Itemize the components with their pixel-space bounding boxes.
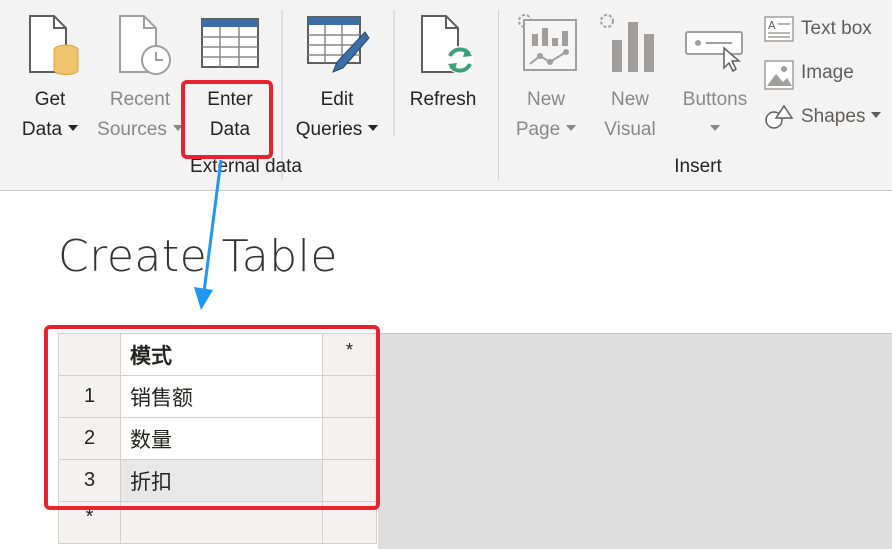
table-highlight [44, 325, 380, 510]
group-label-external-data: External data [190, 156, 302, 177]
new-visual-button[interactable]: New Visual [594, 8, 666, 148]
recent-sources-label-line1: Recent [109, 89, 171, 110]
edit-queries-button[interactable]: Edit Queries [290, 8, 384, 148]
ribbon-separator [281, 10, 283, 180]
get-data-label-line1: Get [34, 89, 66, 110]
button-cursor-icon [685, 31, 743, 73]
image-button[interactable]: Image [764, 58, 874, 92]
database-file-icon [29, 15, 79, 75]
new-page-icon [518, 14, 577, 71]
refresh-button[interactable]: Refresh [402, 8, 484, 148]
chevron-down-icon [710, 125, 720, 132]
image-label: Image [801, 62, 854, 83]
new-visual-label-line2: Visual [604, 119, 656, 140]
image-icon [764, 60, 794, 90]
new-page-label-line2: Page [515, 119, 561, 140]
shapes-button[interactable]: Shapes [764, 102, 888, 136]
text-box-icon: A [764, 16, 794, 42]
recent-sources-button[interactable]: Recent Sources [94, 8, 186, 148]
recent-sources-label-line2: Sources [97, 119, 167, 140]
chevron-down-icon [871, 112, 882, 119]
edit-table-icon [307, 16, 370, 73]
chevron-down-icon [566, 125, 577, 132]
ribbon-group-separator [498, 10, 499, 180]
buttons-button[interactable]: Buttons [674, 8, 756, 148]
group-label-insert: Insert [674, 156, 722, 177]
edit-queries-label-line2: Queries [295, 119, 363, 140]
shapes-icon [765, 104, 794, 129]
new-page-button[interactable]: New Page [508, 8, 584, 148]
text-box-label: Text box [801, 18, 872, 39]
new-visual-icon [600, 14, 654, 72]
refresh-label: Refresh [409, 89, 477, 110]
table-icon [201, 18, 259, 68]
get-data-label-line2: Data [21, 119, 63, 140]
enter-data-highlight [181, 80, 273, 159]
get-data-button[interactable]: Get Data [14, 8, 86, 148]
new-visual-label-line1: New [610, 89, 649, 110]
chevron-down-icon [368, 125, 379, 132]
new-page-label-line1: New [526, 89, 565, 110]
refresh-file-icon [421, 15, 474, 74]
dialog-title: Create Table [58, 231, 338, 282]
shapes-label: Shapes [801, 106, 866, 127]
table-empty-area [378, 333, 892, 549]
svg-text:A: A [768, 19, 776, 32]
ribbon: Get Data Recent Sources Enter Data Edit … [0, 0, 892, 191]
buttons-label: Buttons [682, 89, 748, 110]
recent-file-clock-icon [119, 15, 171, 75]
text-box-button[interactable]: A Text box [764, 14, 884, 48]
chevron-down-icon [68, 125, 79, 132]
ribbon-separator [393, 10, 395, 136]
edit-queries-label-line1: Edit [320, 89, 354, 110]
